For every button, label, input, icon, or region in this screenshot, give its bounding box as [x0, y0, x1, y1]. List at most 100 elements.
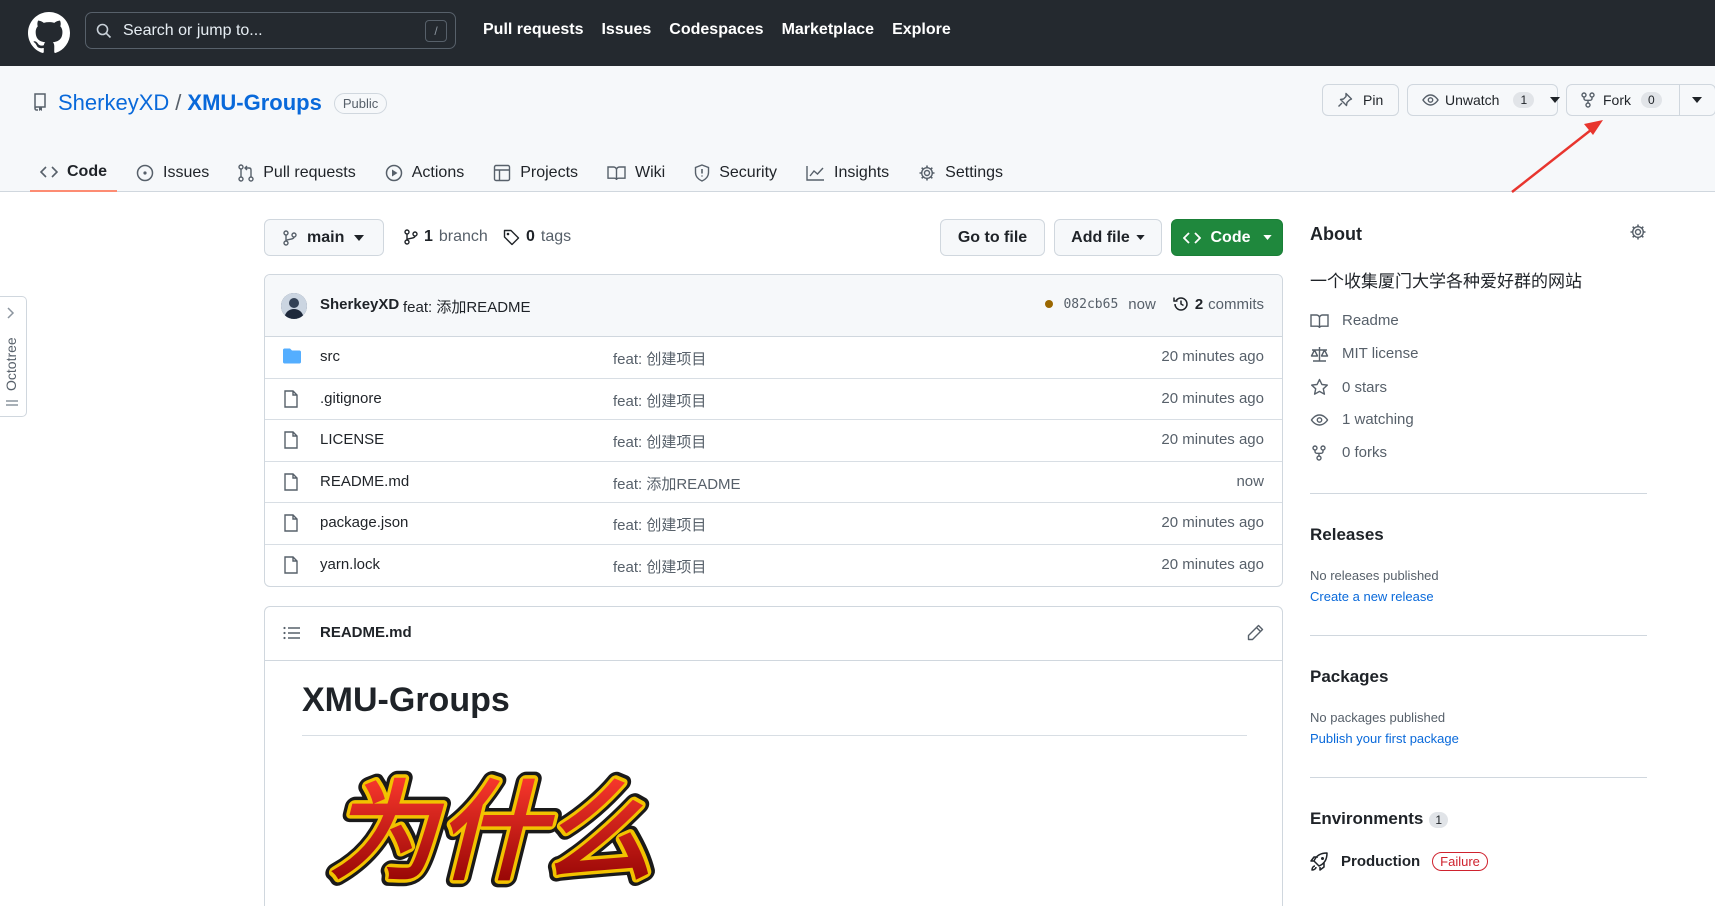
search-shortcut-key: /: [425, 20, 447, 42]
branch-name: main: [307, 228, 345, 246]
branches-link[interactable]: 1 branch: [404, 228, 488, 246]
environments-title: Environments: [1310, 809, 1424, 828]
readme-panel: README.md XMU-Groups 为什么 为什么 为什么: [264, 606, 1283, 906]
tab-settings[interactable]: Settings: [908, 154, 1013, 192]
add-file-button[interactable]: Add file: [1054, 219, 1162, 256]
code-icon: [1182, 231, 1201, 245]
search-placeholder: Search or jump to...: [123, 22, 263, 39]
file-row[interactable]: LICENSE feat: 创建项目 20 minutes ago: [265, 420, 1282, 462]
about-license-link[interactable]: MIT license: [1310, 345, 1418, 362]
tags-link[interactable]: 0 tags: [503, 228, 571, 246]
repo-name-link[interactable]: XMU-Groups: [187, 90, 321, 116]
nav-pull-requests[interactable]: Pull requests: [483, 21, 583, 39]
github-logo-icon[interactable]: [28, 12, 70, 54]
go-to-file-button[interactable]: Go to file: [940, 219, 1045, 256]
tab-insights[interactable]: Insights: [796, 154, 899, 192]
readme-label: Readme: [1342, 312, 1399, 329]
about-readme-link[interactable]: Readme: [1310, 312, 1399, 329]
packages-heading[interactable]: Packages: [1310, 667, 1388, 687]
pencil-icon[interactable]: [1247, 624, 1264, 641]
nav-marketplace[interactable]: Marketplace: [782, 21, 875, 39]
nav-codespaces[interactable]: Codespaces: [669, 21, 763, 39]
releases-heading[interactable]: Releases: [1310, 525, 1384, 545]
shield-icon: [694, 164, 710, 182]
drag-handle-icon[interactable]: [6, 399, 18, 409]
pin-button[interactable]: Pin: [1322, 84, 1399, 116]
commits-count: 2: [1194, 295, 1204, 313]
file-commit-message[interactable]: feat: 创建项目: [613, 556, 706, 577]
gear-icon[interactable]: [1629, 223, 1647, 241]
tab-security[interactable]: Security: [684, 154, 787, 192]
environment-item[interactable]: Production Failure: [1310, 852, 1488, 871]
fork-icon: [1310, 444, 1329, 461]
tab-issues[interactable]: Issues: [126, 154, 219, 192]
fork-label: Fork: [1603, 92, 1631, 108]
nav-issues[interactable]: Issues: [601, 21, 651, 39]
tab-pull-requests-label: Pull requests: [263, 164, 356, 181]
file-commit-message[interactable]: feat: 添加README: [613, 473, 741, 494]
commit-status-dot[interactable]: [1045, 300, 1054, 308]
about-stars-link[interactable]: 0 stars: [1310, 378, 1387, 396]
readme-heading-rule: [302, 735, 1247, 736]
caret-down-icon: [354, 234, 365, 241]
fork-button[interactable]: Fork 0: [1566, 84, 1715, 116]
file-name[interactable]: src: [320, 348, 340, 365]
tab-code[interactable]: Code: [30, 154, 117, 192]
publish-package-link[interactable]: Publish your first package: [1310, 731, 1459, 746]
commit-sha[interactable]: 082cb65: [1063, 297, 1118, 312]
commit-message[interactable]: feat: 添加README: [403, 296, 531, 317]
about-forks-link[interactable]: 0 forks: [1310, 444, 1387, 461]
list-unordered-icon[interactable]: [283, 625, 301, 641]
file-row[interactable]: .gitignore feat: 创建项目 20 minutes ago: [265, 379, 1282, 420]
releases-empty-text: No releases published: [1310, 568, 1439, 583]
readme-filename[interactable]: README.md: [320, 624, 412, 641]
code-dropdown-button[interactable]: Code: [1171, 219, 1283, 256]
star-icon: [1310, 378, 1329, 396]
branch-selector[interactable]: main: [264, 219, 384, 256]
file-row[interactable]: yarn.lock feat: 创建项目 20 minutes ago: [265, 545, 1282, 587]
file-row[interactable]: src feat: 创建项目 20 minutes ago: [265, 337, 1282, 379]
file-icon: [283, 555, 299, 574]
file-commit-message[interactable]: feat: 创建项目: [613, 514, 706, 535]
tab-actions[interactable]: Actions: [375, 154, 474, 192]
file-commit-message[interactable]: feat: 创建项目: [613, 390, 706, 411]
file-row[interactable]: README.md feat: 添加README now: [265, 462, 1282, 503]
nav-explore[interactable]: Explore: [892, 21, 951, 39]
tab-insights-label: Insights: [834, 164, 890, 181]
branch-icon: [283, 229, 297, 246]
file-commit-message[interactable]: feat: 创建项目: [613, 348, 706, 369]
eye-icon: [1310, 413, 1329, 427]
create-release-link[interactable]: Create a new release: [1310, 589, 1434, 604]
folder-icon: [283, 348, 301, 364]
file-name[interactable]: package.json: [320, 514, 408, 531]
environment-status-badge: Failure: [1432, 852, 1488, 871]
octotree-sidebar-toggle[interactable]: Octotree: [0, 296, 27, 417]
tab-projects[interactable]: Projects: [483, 154, 588, 192]
fork-dropdown-caret-icon[interactable]: [1692, 97, 1702, 103]
file-icon: [283, 431, 299, 449]
unwatch-label: Unwatch: [1445, 92, 1500, 108]
caret-down-icon: [1550, 97, 1561, 103]
readme-image-text: 为什么: [322, 770, 677, 892]
file-row[interactable]: package.json feat: 创建项目 20 minutes ago: [265, 503, 1282, 545]
tab-actions-label: Actions: [411, 164, 465, 181]
file-commit-message[interactable]: feat: 创建项目: [613, 431, 706, 452]
commit-author[interactable]: SherkeyXD: [320, 296, 399, 313]
unwatch-button[interactable]: Unwatch 1: [1407, 84, 1561, 116]
commit-history-link[interactable]: 2 commits: [1172, 295, 1264, 313]
environment-name: Production: [1341, 853, 1421, 870]
about-watching-link[interactable]: 1 watching: [1310, 411, 1414, 428]
tab-wiki[interactable]: Wiki: [597, 154, 675, 192]
book-icon: [1310, 313, 1329, 329]
search-input[interactable]: Search or jump to... /: [85, 12, 456, 49]
tab-pull-requests[interactable]: Pull requests: [228, 154, 366, 192]
environments-count: 1: [1429, 812, 1449, 828]
file-name[interactable]: .gitignore: [320, 390, 382, 407]
issue-icon: [136, 164, 154, 182]
environments-heading[interactable]: Environments 1: [1310, 809, 1449, 829]
file-name[interactable]: LICENSE: [320, 431, 384, 448]
file-name[interactable]: yarn.lock: [320, 556, 380, 573]
file-name[interactable]: README.md: [320, 473, 409, 490]
avatar[interactable]: [281, 293, 307, 319]
repo-owner-link[interactable]: SherkeyXD: [58, 90, 169, 116]
